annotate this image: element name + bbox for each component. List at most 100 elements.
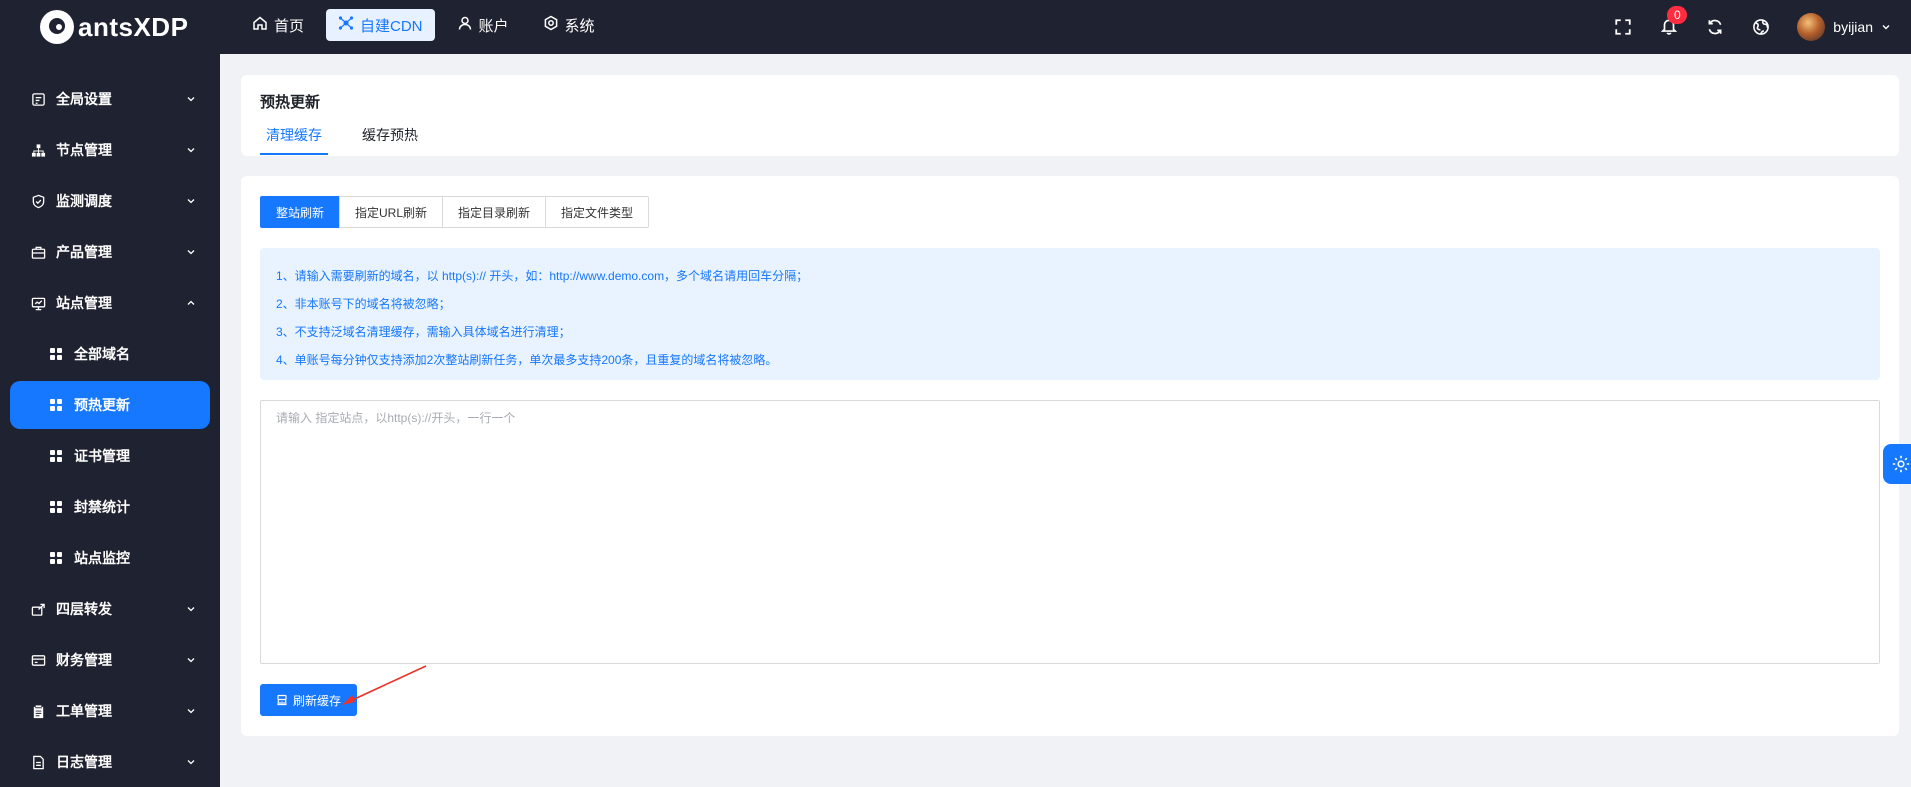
mode-url-refresh[interactable]: 指定URL刷新 [339, 196, 444, 228]
sidebar-item-global-settings[interactable]: 全局设置 [10, 75, 210, 123]
hierarchy-icon [30, 142, 46, 158]
sidebar-item-monitoring[interactable]: 监测调度 [10, 177, 210, 225]
page-tabs: 清理缓存 缓存预热 [260, 115, 424, 155]
sidebar-item-finance-management[interactable]: 财务管理 [10, 636, 210, 684]
floating-settings-button[interactable] [1883, 444, 1911, 484]
topnav-label: 账户 [478, 17, 509, 35]
instructions-notice: 1、请输入需要刷新的域名，以 http(s):// 开头，如：http://ww… [260, 248, 1880, 380]
clipboard-icon [30, 703, 46, 719]
sidebar-item-label: 监测调度 [56, 193, 112, 209]
chevron-down-icon [187, 607, 195, 612]
topnav-cdn[interactable]: 自建CDN [326, 9, 435, 41]
refresh-mode-selector: 整站刷新 指定URL刷新 指定目录刷新 指定文件类型 [260, 196, 650, 228]
forward-icon [30, 601, 46, 617]
chevron-down-icon [187, 148, 195, 153]
tab-clear-cache[interactable]: 清理缓存 [260, 115, 328, 155]
username: byijian [1833, 19, 1873, 35]
network-icon [338, 15, 354, 35]
grid-icon [50, 399, 62, 411]
notice-line: 2、非本账号下的域名将被忽略； [276, 297, 451, 311]
shield-icon [30, 193, 46, 209]
home-icon [252, 15, 268, 35]
top-bar: antsXDP 首页 自建CDN 账户 系统 0 byijian [0, 0, 1911, 54]
sidebar-item-label: 工单管理 [56, 703, 112, 719]
sidebar-item-label: 产品管理 [56, 244, 112, 260]
chevron-down-icon [187, 250, 195, 255]
sidebar-item-label: 全局设置 [56, 91, 112, 107]
topnav-account[interactable]: 账户 [445, 9, 521, 41]
language-globe-icon[interactable] [1751, 17, 1771, 37]
sidebar-item-node-management[interactable]: 节点管理 [10, 126, 210, 174]
sidebar-subitem-ban-statistics[interactable]: 封禁统计 [10, 483, 210, 531]
chevron-down-icon [187, 709, 195, 714]
tab-cache-preheat[interactable]: 缓存预热 [356, 115, 424, 155]
card-icon [30, 652, 46, 668]
top-nav: 首页 自建CDN 账户 系统 [240, 9, 607, 41]
topnav-label: 自建CDN [360, 17, 423, 35]
logo-text: antsXDP [78, 11, 189, 42]
sidebar-item-label: 节点管理 [56, 142, 112, 158]
notice-line: 1、请输入需要刷新的域名，以 http(s):// 开头，如：http://ww… [276, 269, 809, 283]
user-menu[interactable]: byijian [1797, 13, 1891, 41]
sidebar-item-label: 封禁统计 [74, 499, 130, 515]
mode-file-type-refresh[interactable]: 指定文件类型 [545, 196, 650, 228]
notice-line: 3、不支持泛域名清理缓存，需输入具体域名进行清理； [276, 325, 571, 339]
sidebar-subitem-site-monitoring[interactable]: 站点监控 [10, 534, 210, 582]
sidebar-item-log-management[interactable]: 日志管理 [10, 738, 210, 786]
grid-icon [50, 348, 62, 360]
sidebar-item-site-management[interactable]: 站点管理 [10, 279, 210, 327]
log-icon [30, 754, 46, 770]
sidebar-item-label: 证书管理 [74, 448, 130, 464]
product-icon [30, 244, 46, 260]
grid-icon [50, 501, 62, 513]
sidebar-item-product-management[interactable]: 产品管理 [10, 228, 210, 276]
user-icon [457, 15, 473, 35]
sidebar-item-label: 预热更新 [74, 397, 130, 413]
sidebar-item-label: 站点管理 [56, 295, 112, 311]
topnav-label: 系统 [564, 17, 595, 35]
sidebar-item-label: 财务管理 [56, 652, 112, 668]
notification-badge: 0 [1667, 6, 1688, 24]
button-label: 刷新缓存 [293, 693, 342, 708]
gear-icon [1892, 455, 1910, 473]
chevron-up-icon [187, 300, 195, 305]
settings-icon [543, 15, 559, 35]
chevron-down-icon [187, 199, 195, 204]
global-settings-icon [30, 91, 46, 107]
refresh-icon[interactable] [1705, 17, 1725, 37]
topnav-home[interactable]: 首页 [240, 9, 316, 41]
ant-logo-icon [40, 10, 74, 44]
chevron-down-icon [1882, 25, 1890, 30]
grid-icon [50, 552, 62, 564]
clear-cache-panel: 整站刷新 指定URL刷新 指定目录刷新 指定文件类型 1、请输入需要刷新的域名，… [241, 176, 1899, 736]
sidebar: 全局设置 节点管理 监测调度 产品管理 站点管理 全部域名 预热更新 证书管理 … [0, 54, 220, 787]
topnav-system[interactable]: 系统 [531, 9, 607, 41]
refresh-cache-button[interactable]: 刷新缓存 [260, 684, 358, 716]
fullscreen-icon[interactable] [1613, 17, 1633, 37]
topnav-label: 首页 [274, 17, 305, 35]
sidebar-item-l4-forwarding[interactable]: 四层转发 [10, 585, 210, 633]
sidebar-item-ticket-management[interactable]: 工单管理 [10, 687, 210, 735]
monitor-icon [30, 295, 46, 311]
notification-button[interactable]: 0 [1659, 6, 1688, 37]
notice-line: 4、单账号每分钟仅支持添加2次整站刷新任务，单次最多支持200条，且重复的域名将… [276, 353, 778, 367]
sidebar-subitem-certificate-management[interactable]: 证书管理 [10, 432, 210, 480]
broom-icon [277, 694, 287, 706]
sidebar-item-label: 日志管理 [56, 754, 112, 770]
grid-icon [50, 450, 62, 462]
chevron-down-icon [187, 97, 195, 102]
app-logo[interactable]: antsXDP [40, 8, 188, 46]
domain-list-input[interactable] [260, 400, 1880, 664]
sidebar-item-label: 站点监控 [74, 550, 130, 566]
sidebar-subitem-all-domains[interactable]: 全部域名 [10, 330, 210, 378]
mode-whole-site-refresh[interactable]: 整站刷新 [260, 196, 341, 228]
sidebar-subitem-preheat-update[interactable]: 预热更新 [10, 381, 210, 429]
mode-directory-refresh[interactable]: 指定目录刷新 [442, 196, 547, 228]
avatar [1797, 13, 1826, 41]
page-header-panel: 预热更新 清理缓存 缓存预热 [241, 75, 1899, 156]
chevron-down-icon [187, 760, 195, 765]
sidebar-item-label: 四层转发 [56, 601, 112, 617]
page-title: 预热更新 [260, 94, 321, 111]
chevron-down-icon [187, 658, 195, 663]
sidebar-menu: 全局设置 节点管理 监测调度 产品管理 站点管理 全部域名 预热更新 证书管理 … [10, 75, 210, 787]
